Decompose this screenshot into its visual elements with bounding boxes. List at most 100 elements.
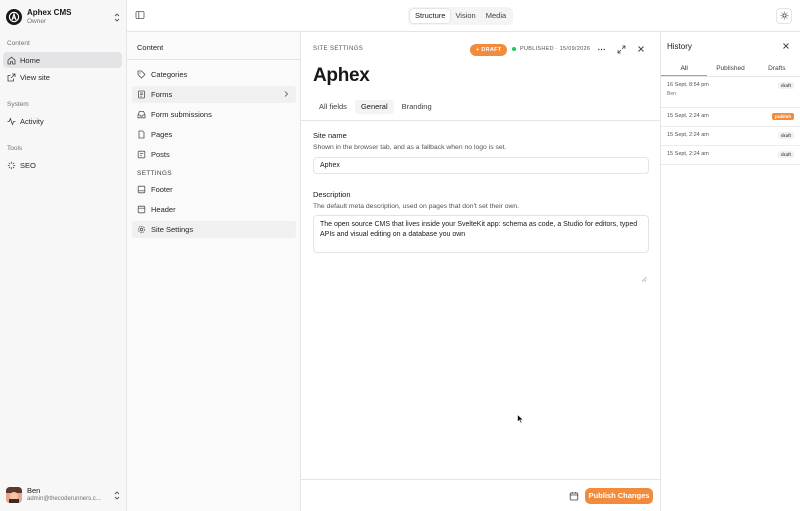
structure-item-label: Categories — [151, 70, 188, 79]
chevrons-up-down-icon — [113, 489, 121, 501]
user-menu[interactable]: Ben admin@thecoderunners.c... — [6, 485, 121, 505]
structure-item-label: Form submissions — [151, 110, 212, 119]
sidebar-item-label: Home — [20, 55, 41, 65]
published-status: PUBLISHED · 15/09/2026 — [512, 46, 590, 52]
site-name-input[interactable] — [313, 157, 649, 174]
tab-branding[interactable]: Branding — [396, 100, 438, 114]
layout-icon — [137, 185, 146, 194]
sun-icon — [780, 11, 789, 22]
tag-icon — [137, 70, 146, 79]
history-time: 15 Sept, 2:24 am — [667, 132, 709, 138]
user-email: admin@thecoderunners.c... — [27, 496, 101, 502]
structure-item-header[interactable]: Header — [132, 201, 296, 218]
view-switcher: Structure Vision Media — [408, 7, 514, 25]
structure-item-site-settings[interactable]: Site Settings — [132, 221, 296, 238]
structure-item-label: Footer — [151, 185, 173, 194]
org-role: Owner — [27, 18, 47, 25]
structure-item-categories[interactable]: Categories — [132, 66, 296, 83]
history-entry[interactable]: 15 Sept, 2:24 am draft — [661, 127, 800, 146]
chevrons-up-down-icon — [113, 11, 121, 23]
history-author: Ben — [667, 91, 676, 97]
chevron-right-icon — [282, 90, 290, 98]
history-time: 15 Sept, 2:24 am — [667, 113, 709, 119]
description-textarea[interactable]: The open source CMS that lives inside yo… — [313, 215, 649, 253]
mouse-cursor-icon — [517, 413, 524, 424]
sidebar-item-seo[interactable]: SEO — [3, 157, 122, 173]
structure-item-form-submissions[interactable]: Form submissions — [132, 106, 296, 123]
user-name: Ben — [27, 486, 41, 495]
layout-icon — [137, 205, 146, 214]
structure-item-footer[interactable]: Footer — [132, 181, 296, 198]
document-editor: SITE SETTINGS + DRAFT PUBLISHED · 15/09/… — [301, 32, 661, 511]
sidebar-toggle-icon[interactable] — [135, 10, 145, 20]
history-panel: History All Published Drafts 16 Sept, 8:… — [661, 32, 800, 511]
sidebar-item-label: SEO — [20, 160, 36, 170]
theme-toggle-button[interactable] — [776, 8, 792, 24]
app-sidebar: Aphex CMS Owner Content Home View site S… — [0, 0, 127, 511]
history-entry[interactable]: 16 Sept, 8:54 pm Ben draft — [661, 77, 800, 108]
sidebar-item-home[interactable]: Home — [3, 52, 122, 68]
home-icon — [7, 56, 16, 65]
close-icon[interactable] — [636, 44, 646, 54]
structure-title: Content — [137, 43, 164, 52]
org-switcher[interactable]: Aphex CMS Owner — [6, 6, 121, 28]
status-badge: draft — [778, 82, 794, 89]
page-icon — [137, 130, 146, 139]
structure-item-pages[interactable]: Pages — [132, 126, 296, 143]
history-time: 15 Sept, 2:24 am — [667, 151, 709, 157]
history-tab-drafts[interactable]: Drafts — [754, 60, 800, 76]
structure-item-label: Header — [151, 205, 176, 214]
nav-group-content: Content — [7, 40, 30, 47]
history-tab-published[interactable]: Published — [707, 60, 753, 76]
status-badge: publish — [772, 113, 794, 120]
history-tab-all[interactable]: All — [661, 60, 708, 76]
divider — [127, 59, 301, 60]
divider — [301, 120, 661, 121]
description-help: The default meta description, used on pa… — [313, 203, 520, 210]
history-time: 16 Sept, 8:54 pm — [667, 82, 709, 88]
resize-grip-icon[interactable] — [641, 275, 647, 282]
structure-item-label: Posts — [151, 150, 170, 159]
tab-all-fields[interactable]: All fields — [313, 100, 353, 114]
seo-icon — [7, 161, 16, 170]
structure-item-label: Forms — [151, 90, 173, 99]
draft-badge: + DRAFT — [470, 44, 508, 56]
sidebar-item-view-site[interactable]: View site — [3, 69, 122, 85]
tab-structure[interactable]: Structure — [410, 9, 451, 23]
document-title: Aphex — [313, 65, 370, 86]
tab-general[interactable]: General — [354, 100, 394, 114]
structure-panel: Content Categories Forms Form submission… — [127, 32, 301, 511]
status-badge: draft — [778, 132, 794, 139]
tab-media[interactable]: Media — [481, 9, 511, 23]
tab-vision[interactable]: Vision — [450, 9, 480, 23]
status-dot-icon — [512, 47, 516, 51]
gear-icon — [137, 225, 146, 234]
sidebar-item-activity[interactable]: Activity — [3, 113, 122, 129]
more-options-icon[interactable] — [596, 44, 606, 54]
post-icon — [137, 150, 146, 159]
history-entry[interactable]: 15 Sept, 2:24 am draft — [661, 146, 800, 165]
nav-group-system: System — [7, 101, 29, 108]
topbar: Structure Vision Media — [127, 0, 800, 32]
sidebar-item-label: View site — [20, 72, 50, 82]
site-name-label: Site name — [313, 131, 347, 140]
editor-tabs: All fields General Branding — [313, 100, 440, 114]
status-badge: draft — [778, 151, 794, 158]
history-tabs: All Published Drafts — [661, 60, 800, 77]
expand-icon[interactable] — [616, 44, 626, 54]
inbox-icon — [137, 110, 146, 119]
site-name-help: Shown in the browser tab, and as a fallb… — [313, 144, 507, 151]
close-icon[interactable] — [782, 42, 790, 50]
structure-item-posts[interactable]: Posts — [132, 146, 296, 163]
external-link-icon — [7, 73, 16, 82]
published-status-text: PUBLISHED · 15/09/2026 — [520, 46, 591, 52]
calendar-icon[interactable] — [569, 491, 579, 501]
history-entry[interactable]: 15 Sept, 2:24 am publish — [661, 108, 800, 127]
publish-changes-button[interactable]: Publish Changes — [585, 488, 653, 504]
activity-icon — [7, 116, 16, 126]
settings-section-label: SETTINGS — [137, 170, 172, 177]
structure-item-forms[interactable]: Forms — [132, 86, 296, 103]
form-icon — [137, 90, 146, 99]
structure-item-label: Site Settings — [151, 225, 194, 234]
org-name: Aphex CMS — [27, 8, 72, 17]
